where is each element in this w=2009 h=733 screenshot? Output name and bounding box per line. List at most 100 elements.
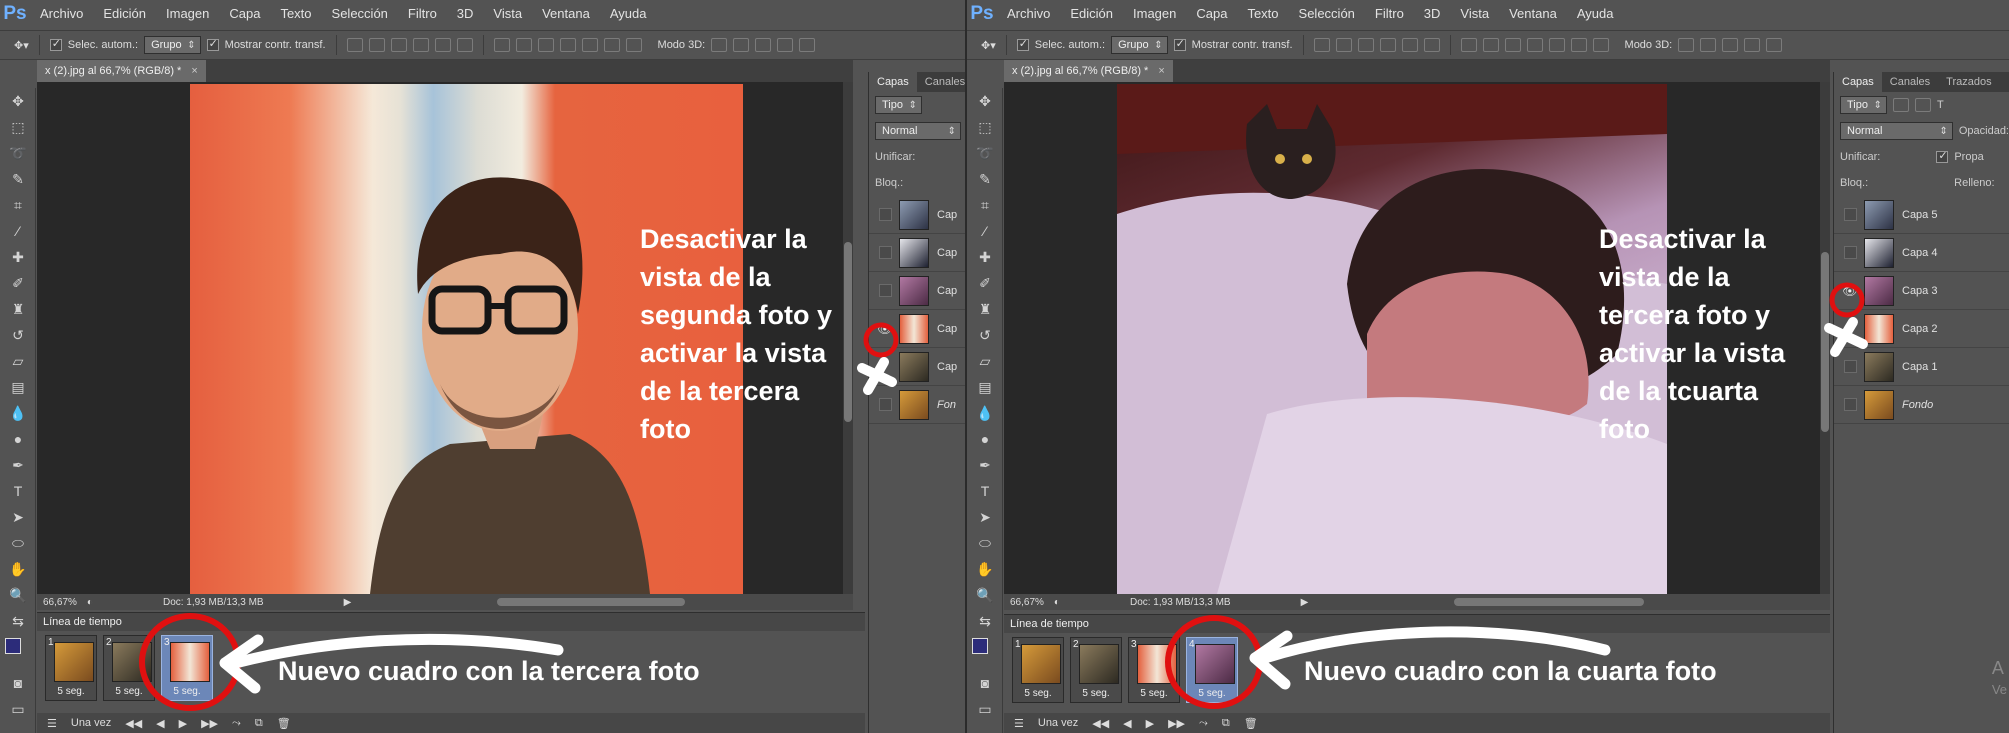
play-icon[interactable]: ▶ bbox=[1146, 717, 1154, 730]
layer-row[interactable]: Cap bbox=[869, 196, 965, 234]
menu-texto[interactable]: Texto bbox=[1237, 0, 1288, 28]
type-filter-icon[interactable]: T bbox=[1937, 99, 1944, 111]
3d-rotate-icon[interactable] bbox=[1678, 38, 1695, 52]
align-bottom-icon[interactable] bbox=[390, 38, 407, 52]
distribute-left-icon[interactable] bbox=[1526, 38, 1543, 52]
history-brush-tool-icon[interactable]: ↺ bbox=[8, 326, 28, 344]
tab-capas[interactable]: Capas bbox=[1834, 72, 1882, 92]
type-tool-icon[interactable]: T bbox=[8, 482, 28, 500]
align-center-icon[interactable] bbox=[1401, 38, 1418, 52]
layer-name[interactable]: Cap bbox=[937, 285, 957, 297]
distribute-top-icon[interactable] bbox=[493, 38, 510, 52]
new-frame-icon[interactable]: ⧉ bbox=[255, 717, 263, 730]
menu-capa[interactable]: Capa bbox=[1186, 0, 1237, 28]
kind-filter-dropdown[interactable]: Tipo bbox=[875, 96, 922, 114]
layer-visibility-toggle[interactable] bbox=[877, 207, 893, 223]
align-left-icon[interactable] bbox=[412, 38, 429, 52]
align-middle-icon[interactable] bbox=[1335, 38, 1352, 52]
horizontal-scroll-thumb[interactable] bbox=[497, 598, 685, 606]
dodge-tool-icon[interactable]: ● bbox=[975, 430, 995, 448]
move-tool-icon[interactable]: ✥ bbox=[8, 92, 28, 110]
adjustment-filter-icon[interactable] bbox=[1915, 98, 1931, 112]
history-brush-tool-icon[interactable]: ↺ bbox=[975, 326, 995, 344]
vertical-scrollbar[interactable] bbox=[1820, 82, 1830, 594]
timeline-frame[interactable]: 1 5 seg. bbox=[1012, 637, 1064, 703]
timeline-frame[interactable]: 2 5 seg. bbox=[103, 635, 155, 701]
menu-filtro[interactable]: Filtro bbox=[1365, 0, 1414, 28]
stamp-tool-icon[interactable]: ♜ bbox=[975, 300, 995, 318]
align-left-icon[interactable] bbox=[1379, 38, 1396, 52]
layer-visibility-toggle[interactable] bbox=[877, 283, 893, 299]
eyedropper-tool-icon[interactable]: ⁄ bbox=[975, 222, 995, 240]
tab-canales[interactable]: Canales bbox=[917, 72, 965, 92]
distribute-right-icon[interactable] bbox=[603, 38, 620, 52]
trash-icon[interactable]: 🗑 bbox=[277, 717, 291, 730]
new-frame-icon[interactable]: ⧉ bbox=[1222, 717, 1230, 730]
distribute-left-icon[interactable] bbox=[559, 38, 576, 52]
loop-dropdown[interactable]: Una vez bbox=[71, 717, 111, 729]
align-middle-icon[interactable] bbox=[368, 38, 385, 52]
quick-mask-icon[interactable]: ◙ bbox=[975, 674, 995, 692]
gradient-tool-icon[interactable]: ▤ bbox=[8, 378, 28, 396]
timeline-frame-selected[interactable]: 4 5 seg. bbox=[1186, 637, 1238, 703]
group-dropdown[interactable]: Grupo bbox=[144, 36, 201, 54]
menu-archivo[interactable]: Archivo bbox=[997, 0, 1060, 28]
tween-icon[interactable]: ⤳ bbox=[1199, 717, 1208, 730]
swap-colors-icon[interactable]: ⇆ bbox=[975, 612, 995, 630]
zoom-tool-icon[interactable]: 🔍 bbox=[8, 586, 28, 604]
menu-imagen[interactable]: Imagen bbox=[156, 0, 219, 28]
distribute-middle-icon[interactable] bbox=[1482, 38, 1499, 52]
kind-filter-dropdown[interactable]: Tipo bbox=[1840, 96, 1887, 114]
proof-icon[interactable]: ◐ bbox=[87, 597, 93, 608]
move-tool-icon[interactable]: ✥▾ bbox=[14, 39, 29, 52]
frame-duration[interactable]: 5 seg. bbox=[1129, 688, 1179, 699]
path-select-tool-icon[interactable]: ➤ bbox=[8, 508, 28, 526]
layer-visibility-toggle[interactable] bbox=[877, 359, 893, 375]
3d-slide-icon[interactable] bbox=[777, 38, 794, 52]
frame-duration[interactable]: 5 seg. bbox=[1013, 688, 1063, 699]
horizontal-scroll-thumb[interactable] bbox=[1454, 598, 1644, 606]
layer-name[interactable]: Capa 2 bbox=[1902, 323, 1937, 335]
dodge-tool-icon[interactable]: ● bbox=[8, 430, 28, 448]
align-bottom-icon[interactable] bbox=[1357, 38, 1374, 52]
crop-tool-icon[interactable]: ⌗ bbox=[975, 196, 995, 214]
frame-duration[interactable]: 5 seg. bbox=[1071, 688, 1121, 699]
vertical-scrollbar[interactable] bbox=[843, 82, 853, 594]
menu-ventana[interactable]: Ventana bbox=[1499, 0, 1567, 28]
align-top-icon[interactable] bbox=[1313, 38, 1330, 52]
shape-tool-icon[interactable]: ⬭ bbox=[8, 534, 28, 552]
timeline-frame-selected[interactable]: 3 5 seg. bbox=[161, 635, 213, 701]
layer-visibility-toggle[interactable] bbox=[877, 245, 893, 261]
distribute-middle-icon[interactable] bbox=[515, 38, 532, 52]
menu-filtro[interactable]: Filtro bbox=[398, 0, 447, 28]
quick-mask-icon[interactable]: ◙ bbox=[8, 674, 28, 692]
marquee-tool-icon[interactable]: ⬚ bbox=[975, 118, 995, 136]
tab-capas[interactable]: Capas bbox=[869, 72, 917, 92]
timeline-frame[interactable]: 1 5 seg. bbox=[45, 635, 97, 701]
crop-tool-icon[interactable]: ⌗ bbox=[8, 196, 28, 214]
path-select-tool-icon[interactable]: ➤ bbox=[975, 508, 995, 526]
layer-row[interactable]: 👁 Cap bbox=[869, 310, 965, 348]
frame-duration[interactable]: 5 seg. bbox=[1187, 688, 1237, 699]
auto-select-checkbox[interactable] bbox=[49, 37, 62, 51]
frame-duration[interactable]: 5 seg. bbox=[46, 686, 96, 697]
align-right-icon[interactable] bbox=[456, 38, 473, 52]
3d-roll-icon[interactable] bbox=[1700, 38, 1717, 52]
blur-tool-icon[interactable]: 💧 bbox=[975, 404, 995, 422]
auto-align-icon[interactable] bbox=[625, 38, 642, 52]
layer-name[interactable]: Capa 4 bbox=[1902, 247, 1937, 259]
distribute-top-icon[interactable] bbox=[1460, 38, 1477, 52]
document-tab[interactable]: x (2).jpg al 66,7% (RGB/8) * × bbox=[1004, 60, 1173, 82]
layer-row[interactable]: 👁 Capa 3 bbox=[1834, 272, 2009, 310]
layer-name[interactable]: Cap bbox=[937, 361, 957, 373]
layer-row[interactable]: Capa 4 bbox=[1834, 234, 2009, 272]
auto-select-checkbox[interactable] bbox=[1016, 37, 1029, 51]
first-frame-icon[interactable]: ◀◀ bbox=[1092, 717, 1109, 730]
timeline-frame[interactable]: 2 5 seg. bbox=[1070, 637, 1122, 703]
3d-scale-icon[interactable] bbox=[1766, 38, 1783, 52]
align-right-icon[interactable] bbox=[1423, 38, 1440, 52]
zoom-level[interactable]: 66,67% bbox=[43, 597, 77, 608]
eyedropper-tool-icon[interactable]: ⁄ bbox=[8, 222, 28, 240]
layer-visibility-toggle[interactable] bbox=[1842, 321, 1858, 337]
previous-frame-icon[interactable]: ◀ bbox=[156, 717, 164, 730]
